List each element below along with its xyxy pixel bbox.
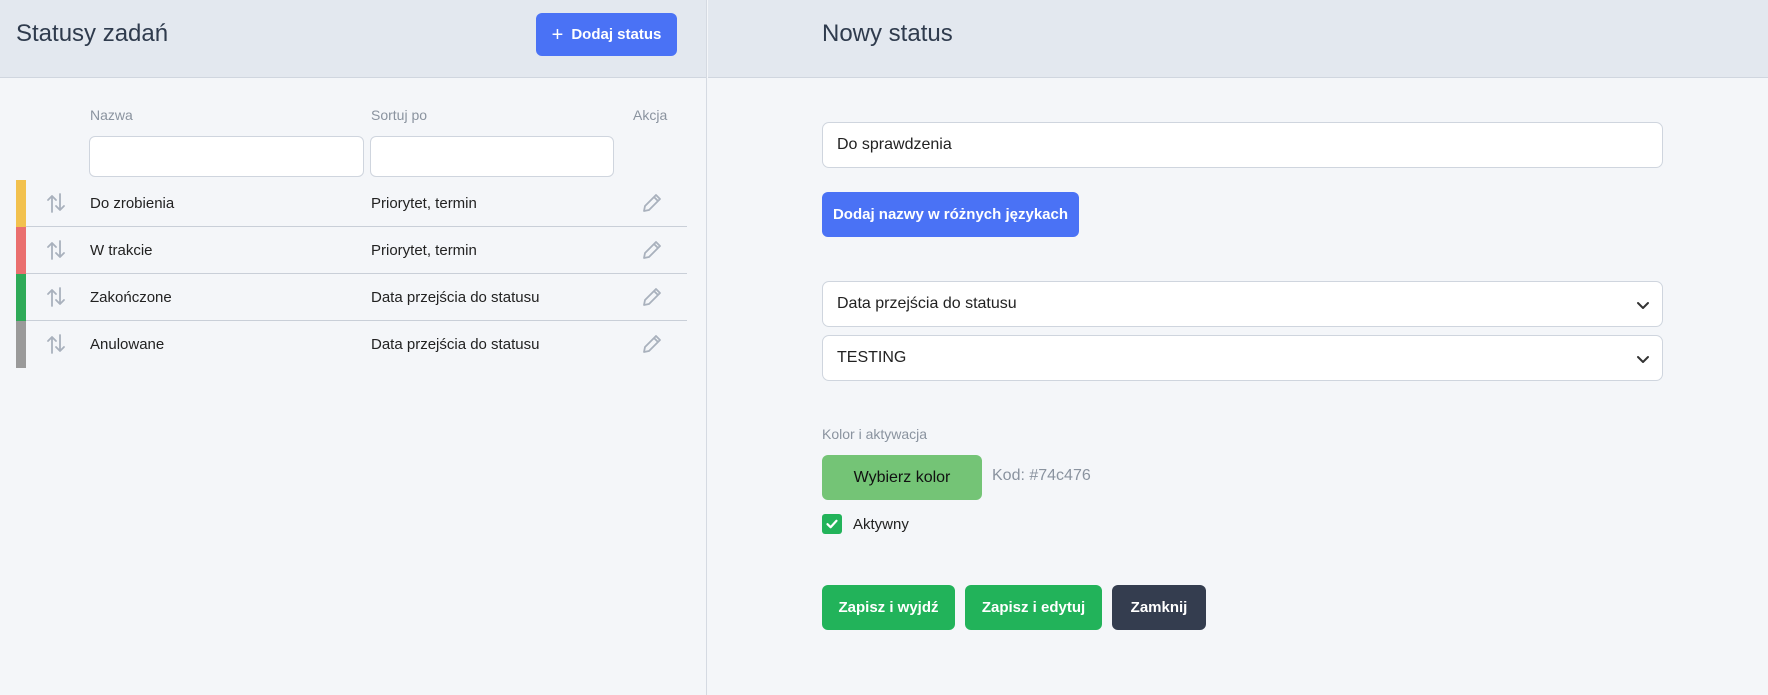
status-name-input[interactable]	[822, 122, 1663, 168]
edit-pencil-icon[interactable]	[640, 285, 664, 309]
status-name: W trakcie	[90, 242, 153, 259]
status-sort-by: Priorytet, termin	[371, 195, 477, 212]
sort-by-select-value: Data przejścia do statusu	[837, 295, 1017, 312]
status-sort-by: Priorytet, termin	[371, 242, 477, 259]
status-color-swatch	[16, 180, 26, 227]
sort-by-select[interactable]: Data przejścia do statusu	[822, 281, 1663, 327]
table-row: Anulowane Data przejścia do statusu	[16, 321, 687, 368]
add-status-button[interactable]: + Dodaj status	[536, 13, 677, 56]
close-button[interactable]: Zamknij	[1112, 585, 1206, 630]
drag-sort-icon[interactable]	[46, 333, 66, 355]
status-color-swatch	[16, 274, 26, 321]
active-checkbox-label: Aktywny	[853, 516, 909, 533]
plus-icon: +	[551, 23, 564, 46]
new-status-panel: Nowy status Dodaj nazwy w różnych języka…	[708, 0, 1768, 695]
save-and-exit-button[interactable]: Zapisz i wyjdź	[822, 585, 955, 630]
status-sort-by: Data przejścia do statusu	[371, 289, 540, 306]
column-header-sort-by: Sortuj po	[371, 107, 428, 123]
drag-sort-icon[interactable]	[46, 286, 66, 308]
status-list-panel: Statusy zadań + Dodaj status Nazwa Sortu…	[0, 0, 707, 695]
status-sort-by: Data przejścia do statusu	[371, 336, 540, 353]
status-name: Do zrobienia	[90, 195, 175, 212]
active-checkbox[interactable]	[822, 514, 842, 534]
color-code-text: Kod: #74c476	[992, 467, 1091, 484]
status-type-select[interactable]: TESTING	[822, 335, 1663, 381]
edit-pencil-icon[interactable]	[640, 191, 664, 215]
table-row: Do zrobienia Priorytet, termin	[16, 180, 687, 227]
form-title: Nowy status	[822, 20, 953, 47]
status-list-header: Statusy zadań + Dodaj status	[0, 0, 706, 78]
table-row: Zakończone Data przejścia do statusu	[16, 274, 687, 321]
new-status-header: Nowy status	[708, 0, 1768, 78]
status-type-select-value: TESTING	[837, 349, 907, 366]
page-title: Statusy zadań	[16, 20, 169, 47]
checkmark-icon	[826, 519, 838, 529]
save-and-edit-button[interactable]: Zapisz i edytuj	[965, 585, 1102, 630]
choose-color-button[interactable]: Wybierz kolor	[822, 455, 982, 500]
table-row: W trakcie Priorytet, termin	[16, 227, 687, 274]
color-section-label: Kolor i aktywacja	[822, 426, 928, 442]
add-translations-button[interactable]: Dodaj nazwy w różnych językach	[822, 192, 1079, 237]
add-status-label: Dodaj status	[571, 26, 662, 43]
sort-by-filter-input[interactable]	[370, 136, 614, 177]
name-filter-input[interactable]	[89, 136, 364, 177]
drag-sort-icon[interactable]	[46, 239, 66, 261]
drag-sort-icon[interactable]	[46, 192, 66, 214]
status-color-swatch	[16, 227, 26, 274]
column-header-name: Nazwa	[90, 107, 133, 123]
edit-pencil-icon[interactable]	[640, 332, 664, 356]
edit-pencil-icon[interactable]	[640, 238, 664, 262]
chevron-down-icon	[1637, 356, 1649, 363]
status-name: Anulowane	[90, 336, 165, 353]
chevron-down-icon	[1637, 302, 1649, 309]
status-color-swatch	[16, 321, 26, 368]
status-name: Zakończone	[90, 289, 172, 306]
column-header-action: Akcja	[633, 107, 668, 123]
